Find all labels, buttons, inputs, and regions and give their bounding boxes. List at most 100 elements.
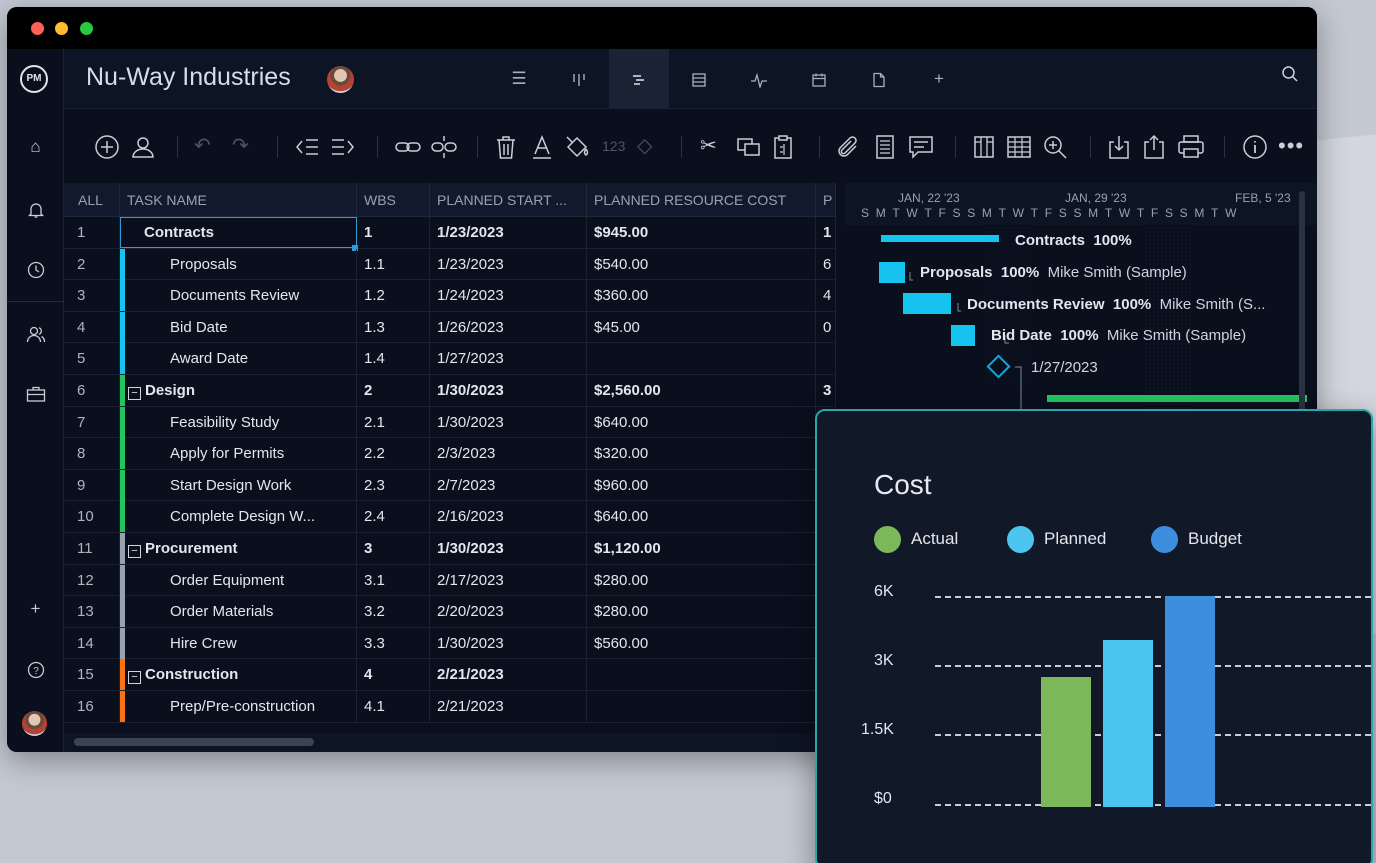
planned-start-cell[interactable]: 1/30/2023 [430, 533, 587, 564]
zoom-icon[interactable] [1042, 131, 1068, 161]
help-icon[interactable]: ? [7, 649, 64, 689]
assign-user-icon[interactable] [130, 131, 156, 161]
p-header[interactable]: P [816, 183, 836, 217]
row-number[interactable]: 4 [64, 311, 120, 343]
row-number[interactable]: 8 [64, 438, 120, 470]
row-number[interactable]: 16 [64, 691, 120, 722]
collapse-icon[interactable]: − [128, 671, 141, 685]
export-icon[interactable] [1142, 131, 1166, 161]
row-number[interactable]: 12 [64, 564, 120, 596]
link-icon[interactable] [394, 131, 422, 161]
task-name-cell[interactable]: Prep/Pre-construction [120, 691, 357, 722]
wbs-cell[interactable]: 2.3 [357, 469, 430, 501]
wbs-cell[interactable]: 4.1 [357, 691, 430, 722]
row-number[interactable]: 7 [64, 406, 120, 438]
indent-icon[interactable] [330, 131, 356, 161]
planned-start-cell[interactable]: 1/30/2023 [430, 406, 587, 438]
p-cell[interactable]: 6 [816, 248, 836, 280]
task-name-header[interactable]: TASK NAME [120, 183, 357, 217]
milestone-icon[interactable]: ◇ [637, 131, 652, 161]
planned-start-cell[interactable]: 1/30/2023 [430, 627, 587, 659]
planned-start-cell[interactable]: 2/17/2023 [430, 564, 587, 596]
wbs-cell[interactable]: 3 [357, 533, 430, 564]
task-name-cell[interactable]: Order Equipment [120, 564, 357, 596]
table-row[interactable]: 14 Hire Crew 3.3 1/30/2023 $560.00 [64, 627, 836, 660]
p-cell[interactable]: 1 [816, 217, 836, 248]
planned-cost-cell[interactable]: $2,560.00 [587, 375, 816, 406]
task-name-cell[interactable]: Complete Design W... [120, 501, 357, 533]
task-name-cell[interactable]: Feasibility Study [120, 406, 357, 438]
task-name-cell[interactable]: Contracts [120, 217, 357, 248]
gantt-summary-design[interactable] [1047, 395, 1307, 402]
table-row[interactable]: 11− Procurement 3 1/30/2023 $1,120.00 [64, 533, 836, 565]
planned-start-cell[interactable]: 1/23/2023 [430, 248, 587, 280]
horizontal-scrollbar[interactable] [64, 733, 836, 752]
row-number[interactable]: 13 [64, 596, 120, 628]
wbs-cell[interactable]: 3.2 [357, 596, 430, 628]
planned-start-cell[interactable]: 1/24/2023 [430, 280, 587, 312]
wbs-cell[interactable]: 2 [357, 375, 430, 406]
table-row[interactable]: 15− Construction 4 2/21/2023 [64, 659, 836, 691]
dashboard-view-tab[interactable] [729, 49, 789, 109]
planned-cost-cell[interactable]: $360.00 [587, 280, 816, 312]
import-icon[interactable] [1107, 131, 1131, 161]
wbs-cell[interactable]: 3.1 [357, 564, 430, 596]
wbs-cell[interactable]: 2.1 [357, 406, 430, 438]
number-format-icon[interactable]: 123 [602, 131, 625, 161]
planned-start-cell[interactable]: 1/23/2023 [430, 217, 587, 248]
table-row[interactable]: 4 Bid Date 1.3 1/26/2023 $45.00 0 [64, 311, 836, 344]
comments-icon[interactable] [908, 131, 934, 161]
add-project-icon[interactable]: + [7, 589, 64, 629]
close-window-button[interactable] [31, 22, 44, 35]
row-number[interactable]: 5 [64, 343, 120, 375]
delete-icon[interactable] [494, 131, 518, 161]
files-view-tab[interactable] [849, 49, 909, 109]
wbs-cell[interactable]: 1.3 [357, 311, 430, 343]
p-cell[interactable]: 0 [816, 311, 836, 343]
task-name-cell[interactable]: Documents Review [120, 280, 357, 312]
bar-planned[interactable] [1103, 639, 1153, 807]
table-row[interactable]: 6− Design 2 1/30/2023 $2,560.00 3 [64, 375, 836, 407]
planned-cost-cell[interactable]: $960.00 [587, 469, 816, 501]
table-row[interactable]: 16 Prep/Pre-construction 4.1 2/21/2023 [64, 691, 836, 723]
columns-icon[interactable] [972, 131, 996, 161]
unlink-icon[interactable] [430, 131, 458, 161]
cut-icon[interactable]: ✂ [700, 131, 717, 161]
table-row[interactable]: 2 Proposals 1.1 1/23/2023 $540.00 6 [64, 248, 836, 281]
planned-start-cell[interactable]: 2/21/2023 [430, 691, 587, 722]
time-icon[interactable] [7, 249, 64, 289]
board-view-tab[interactable] [549, 49, 609, 109]
wbs-cell[interactable]: 4 [357, 659, 430, 691]
row-number[interactable]: 15 [64, 659, 120, 691]
table-row[interactable]: 9 Start Design Work 2.3 2/7/2023 $960.00 [64, 469, 836, 502]
fill-color-icon[interactable] [564, 131, 592, 161]
table-row[interactable]: 3 Documents Review 1.2 1/24/2023 $360.00 4 [64, 280, 836, 312]
minimize-window-button[interactable] [55, 22, 68, 35]
notifications-icon[interactable] [7, 189, 64, 229]
row-number[interactable]: 10 [64, 501, 120, 533]
task-name-cell[interactable]: Bid Date [120, 311, 357, 343]
table-row[interactable]: 5 Award Date 1.4 1/27/2023 [64, 343, 836, 375]
row-number[interactable]: 6 [64, 375, 120, 406]
calendar-view-tab[interactable] [789, 49, 849, 109]
pm-logo[interactable]: PM [20, 65, 48, 93]
task-name-cell[interactable]: Award Date [120, 343, 357, 375]
planned-start-cell[interactable]: 2/21/2023 [430, 659, 587, 691]
gantt-summary-contracts[interactable] [881, 235, 999, 242]
print-icon[interactable] [1177, 131, 1205, 161]
row-number[interactable]: 14 [64, 627, 120, 659]
row-number[interactable]: 3 [64, 280, 120, 312]
wbs-cell[interactable]: 2.4 [357, 501, 430, 533]
user-avatar[interactable] [22, 711, 47, 736]
planned-cost-cell[interactable]: $640.00 [587, 406, 816, 438]
planned-start-cell[interactable]: 2/3/2023 [430, 438, 587, 470]
collapse-icon[interactable]: − [128, 545, 141, 558]
planned-cost-cell[interactable] [587, 343, 816, 375]
wbs-cell[interactable]: 1.4 [357, 343, 430, 375]
collapse-icon[interactable]: − [128, 387, 141, 400]
planned-cost-cell[interactable]: $1,120.00 [587, 533, 816, 564]
row-number[interactable]: 9 [64, 469, 120, 501]
planned-cost-cell[interactable]: $280.00 [587, 564, 816, 596]
planned-start-cell[interactable]: 2/7/2023 [430, 469, 587, 501]
text-color-icon[interactable] [530, 131, 554, 161]
